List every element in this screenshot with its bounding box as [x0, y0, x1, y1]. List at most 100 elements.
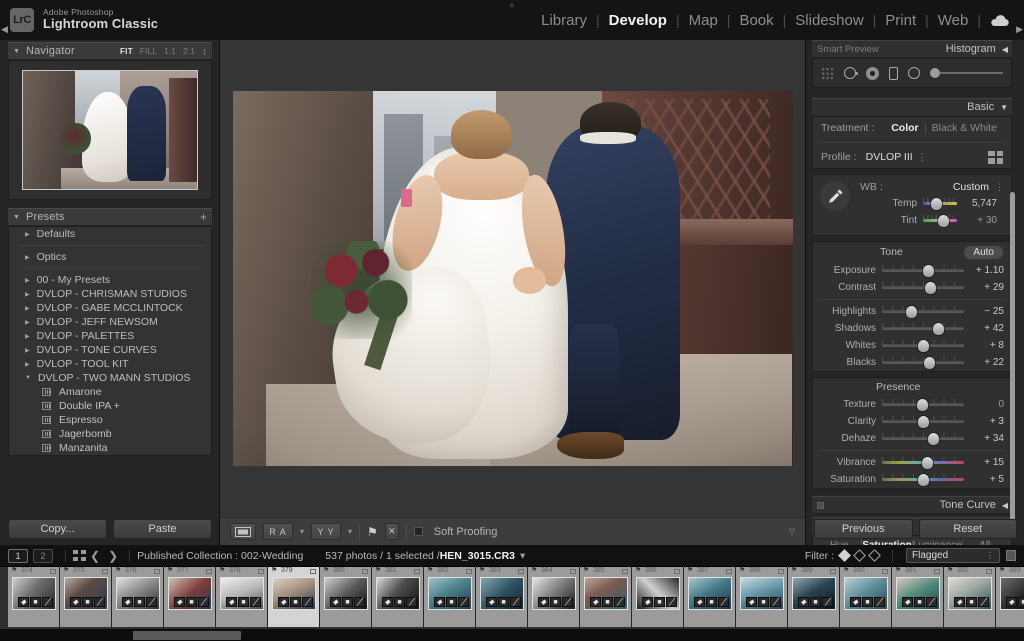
preset-group[interactable]: ▶ Defaults [9, 227, 211, 241]
thumbnail-badge[interactable]: ╱ [978, 597, 989, 607]
flag-icon[interactable]: ⚑ [583, 567, 589, 574]
thumbnail-badge-icon[interactable] [258, 569, 264, 574]
thumbnail-badge-icon[interactable] [154, 569, 160, 574]
filmstrip-next-arrow[interactable]: ▶ [1016, 24, 1023, 35]
thumbnail-badge[interactable]: ╱ [562, 597, 573, 607]
scroll-up-pip[interactable]: ▲ [505, 0, 519, 9]
thumbnail-badge[interactable]: ◆ [122, 597, 133, 607]
flag-icon[interactable]: ⚑ [167, 567, 173, 574]
thumbnail-badge[interactable]: ╱ [614, 597, 625, 607]
flag-icon[interactable]: ⚑ [947, 567, 953, 574]
thumbnail-badge[interactable]: ╱ [770, 597, 781, 607]
amount-slider[interactable] [930, 68, 1003, 78]
thumbnail-badge[interactable]: ■ [1018, 597, 1024, 607]
thumbnail-badge-icon[interactable] [830, 569, 836, 574]
filmstrip-scroll-track[interactable] [0, 629, 1024, 641]
slider-value[interactable]: + 8 [970, 340, 1004, 351]
thumbnail-badge[interactable]: ◆ [382, 597, 393, 607]
thumbnail-badge[interactable]: ◆ [226, 597, 237, 607]
flag-icon[interactable]: ⚑ [367, 525, 378, 539]
slider-tint[interactable] [923, 214, 957, 227]
slider-value[interactable]: + 42 [970, 323, 1004, 334]
thumbnail-badge[interactable]: ◆ [694, 597, 705, 607]
slider-whites[interactable] [882, 339, 964, 352]
soft-proofing-checkbox[interactable] [413, 527, 423, 536]
thumbnail-badge[interactable]: ╱ [458, 597, 469, 607]
chevron-down-icon[interactable]: ▾ [348, 527, 352, 536]
thumbnail-badge[interactable]: ◆ [798, 597, 809, 607]
filter-preset-select[interactable]: Flagged ⋮ [906, 548, 1000, 563]
paste-button[interactable]: Paste [113, 519, 212, 539]
treatment-option-color[interactable]: Color [885, 122, 924, 134]
slider-dehaze[interactable] [882, 432, 964, 445]
thumbnail-badge-icon[interactable] [206, 569, 212, 574]
spot-removal-icon[interactable] [844, 67, 858, 79]
thumbnail-badge-icon[interactable] [778, 569, 784, 574]
thumbnail-badge[interactable]: ■ [914, 597, 925, 607]
preset-item[interactable]: Amarone [9, 385, 211, 399]
preset-item[interactable]: Double IPA + [9, 399, 211, 413]
slider-exposure[interactable] [882, 264, 964, 277]
arrow-left-icon[interactable]: ❮ [90, 549, 100, 563]
thumbnail-badge[interactable]: ╱ [94, 597, 105, 607]
flag-filter-1[interactable] [838, 549, 851, 562]
slider-value[interactable]: + 22 [970, 357, 1004, 368]
thumbnail-badge[interactable]: ╱ [146, 597, 157, 607]
thumbnail-badge-icon[interactable] [622, 569, 628, 574]
copy-button[interactable]: Copy... [8, 519, 107, 539]
filmstrip-prev-arrow[interactable]: ◀ [1, 24, 8, 35]
profile-browser-icon[interactable] [988, 150, 1003, 164]
module-slideshow[interactable]: Slideshow [786, 12, 872, 29]
image-canvas[interactable] [220, 40, 805, 517]
stepper-icon[interactable]: ▾ [520, 550, 525, 562]
flag-icon[interactable]: ⚑ [271, 567, 277, 574]
flag-icon[interactable]: ⚑ [115, 567, 121, 574]
flag-icon[interactable]: ⚑ [739, 567, 745, 574]
navigator-zoom-fit[interactable]: FIT [120, 47, 133, 56]
source-button-1[interactable]: 1 [8, 548, 28, 563]
cloud-icon[interactable] [981, 14, 1016, 27]
thumbnail-badge[interactable]: ╱ [198, 597, 209, 607]
tone-curve-header[interactable]: Tone Curve ◀ [812, 496, 1012, 513]
previous-button[interactable]: Previous [814, 519, 913, 539]
preset-group[interactable]: ▶ DVLOP - CHRISMAN STUDIOS [9, 287, 211, 301]
thumbnail-badge[interactable]: ╱ [822, 597, 833, 607]
flag-icon[interactable]: ⚑ [843, 567, 849, 574]
flag-filter-3[interactable] [868, 549, 881, 562]
thumbnail-badge[interactable]: ◆ [330, 597, 341, 607]
thumbnail-badge[interactable]: ╱ [302, 597, 313, 607]
flag-filter-2[interactable] [853, 549, 866, 562]
thumbnail-badge[interactable]: ■ [30, 597, 41, 607]
slider-value[interactable]: + 34 [970, 433, 1004, 444]
arrow-right-icon[interactable]: ❯ [108, 549, 118, 563]
filmstrip-thumbnail[interactable]: ⚑ 390 ◆ ■ ╱ [840, 567, 892, 627]
collection-label[interactable]: Published Collection : 002-Wedding [137, 550, 303, 562]
flag-icon[interactable]: ⚑ [791, 567, 797, 574]
thumbnail-badge[interactable]: ■ [290, 597, 301, 607]
filmstrip-thumbnail[interactable]: ⚑ 392 ◆ ■ ╱ [944, 567, 996, 627]
preset-group[interactable]: ▶ DVLOP - TOOL KIT [9, 357, 211, 371]
thumbnail-badge[interactable]: ◆ [954, 597, 965, 607]
flag-icon[interactable]: ⚑ [11, 567, 17, 574]
presets-header[interactable]: ▼ Presets + [8, 208, 212, 225]
preset-item[interactable]: Espresso [9, 413, 211, 427]
filmstrip-thumbnail[interactable]: ⚑ 385 ◆ ■ ╱ [580, 567, 632, 627]
auto-tone-button[interactable]: Auto [963, 244, 1004, 260]
filmstrip-thumbnail[interactable]: ⚑ 386 ◆ ■ ╱ [632, 567, 684, 627]
chevron-down-icon[interactable]: ▼ [1000, 103, 1008, 112]
filmstrip-thumbnail[interactable]: ⚑ 374 ◆ ■ ╱ [8, 567, 60, 627]
thumbnail-badge[interactable]: ◆ [538, 597, 549, 607]
flag-icon[interactable]: ⚑ [63, 567, 69, 574]
slider-value[interactable]: + 30 [963, 215, 997, 226]
thumbnail-badge[interactable]: ╱ [510, 597, 521, 607]
flag-icon[interactable]: ⚑ [427, 567, 433, 574]
thumbnail-badge[interactable]: ╱ [926, 597, 937, 607]
thumbnail-badge[interactable]: ■ [862, 597, 873, 607]
module-print[interactable]: Print [876, 12, 925, 29]
navigator-zoom-2-1[interactable]: 2:1 [183, 47, 195, 56]
thumbnail-badge[interactable]: ■ [602, 597, 613, 607]
flag-icon[interactable]: ⚑ [999, 567, 1005, 574]
thumbnail-badge-icon[interactable] [518, 569, 524, 574]
reset-button[interactable]: Reset [918, 519, 1017, 539]
slider-vibrance[interactable] [882, 456, 964, 469]
